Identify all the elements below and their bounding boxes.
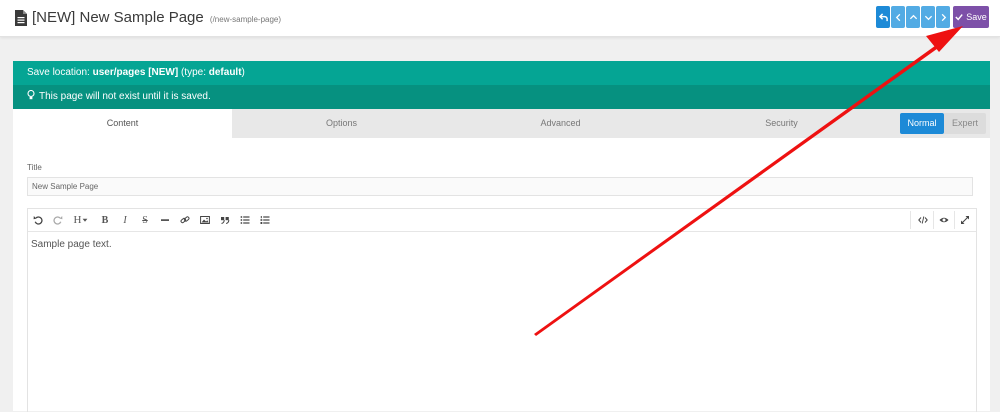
quote-icon [221,217,230,224]
quote-button[interactable] [219,214,231,226]
type-value: default [208,67,242,78]
markdown-editor: H B I S Sample page text. [27,208,977,412]
page-title: [NEW] New Sample Page (/new-sample-page) [32,9,281,26]
code-icon [918,216,928,224]
editor-toolbar: H B I S [28,209,976,232]
horizontal-rule-button[interactable] [159,214,171,226]
undo-button[interactable] [32,214,44,226]
redo-button[interactable] [52,214,64,226]
italic-icon: I [123,214,127,226]
redo-icon [53,216,63,225]
save-location-notice: Save location: user/pages [NEW] (type: d… [13,61,990,85]
tab-options[interactable]: Options [232,109,451,138]
back-button[interactable] [876,6,890,28]
check-icon [955,14,963,21]
bulleted-list-icon [240,216,250,224]
undo-icon [33,216,43,225]
image-button[interactable] [199,214,211,226]
chevron-down-icon [924,15,932,20]
top-header: [NEW] New Sample Page (/new-sample-page)… [0,0,1000,37]
heading-label: H [73,214,82,226]
heading-dropdown-button[interactable]: H [72,214,90,226]
bulleted-list-button[interactable] [239,214,251,226]
tab-security[interactable]: Security [670,109,893,138]
strikethrough-icon: S [142,214,148,226]
numbered-list-button[interactable] [259,214,271,226]
bold-icon: B [101,214,109,226]
unsaved-notice: This page will not exist until it is sav… [13,85,990,109]
tab-advanced[interactable]: Advanced [451,109,670,138]
save-location-text: Save location: user/pages [NEW] (type: d… [27,67,245,78]
chevron-right-icon [941,13,946,21]
move-down-button[interactable] [921,6,935,28]
image-icon [200,216,210,224]
italic-button[interactable]: I [119,214,131,226]
editor-content[interactable]: Sample page text. [31,239,112,250]
expand-icon [961,216,969,224]
title-input[interactable] [27,177,973,196]
expert-mode-button[interactable]: Expert [944,113,986,134]
editor-tabs: Content Options Advanced Security Normal… [13,109,990,138]
page-toolbar: Save [876,6,989,28]
chevron-up-icon [909,14,917,19]
caret-down-icon [83,218,88,222]
file-icon [15,10,27,26]
back-icon [878,12,888,21]
move-up-button[interactable] [906,6,920,28]
eye-icon [939,217,949,223]
bold-button[interactable]: B [99,214,111,226]
save-location-prefix: Save location: [27,67,93,78]
title-label: Title [27,163,42,172]
lightbulb-icon [27,90,35,100]
save-button[interactable]: Save [953,6,989,28]
link-icon [180,216,190,224]
fullscreen-button[interactable] [959,214,971,226]
prev-page-button[interactable] [891,6,905,28]
numbered-list-icon [260,216,270,224]
horizontal-rule-icon [161,219,169,221]
chevron-left-icon [895,13,900,21]
save-location-path: user/pages [NEW] [92,67,179,78]
page-route: (/new-sample-page) [209,15,282,24]
type-suffix: ) [241,67,245,78]
preview-button[interactable] [938,214,950,226]
save-button-label: Save [966,12,987,22]
unsaved-notice-text: This page will not exist until it is sav… [39,91,211,102]
code-view-button[interactable] [917,214,929,226]
page-editor-card: Save location: user/pages [NEW] (type: d… [13,61,990,412]
page-title-text: [NEW] New Sample Page [32,9,204,26]
tab-content[interactable]: Content [13,109,232,138]
link-button[interactable] [179,214,191,226]
toolbar-separator [933,211,934,229]
strikethrough-button[interactable]: S [139,214,151,226]
next-page-button[interactable] [936,6,950,28]
toolbar-separator [954,211,955,229]
toolbar-separator [910,211,911,229]
normal-mode-button[interactable]: Normal [900,113,944,134]
type-prefix: (type: [178,67,209,78]
